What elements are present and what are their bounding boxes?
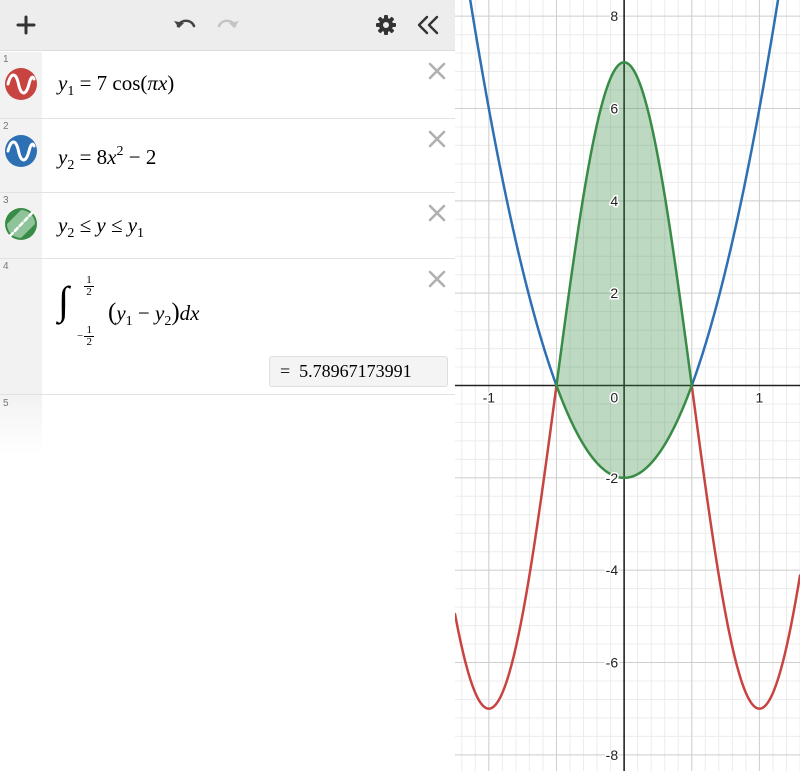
integral-expression[interactable]: ∫ 1 2 − 1 2 (y1 − y2)dx	[58, 271, 258, 351]
settings-button[interactable]	[373, 12, 399, 38]
expression-3-latex[interactable]: y2 ≤ y ≤ y1	[58, 213, 144, 242]
tick-label: 1	[756, 390, 764, 406]
expression-number: 1	[3, 54, 9, 65]
graph-canvas[interactable]: -1 0 1 8 6 4 2 -2 -4 -6 -8	[453, 0, 800, 771]
evaluation-result: = 5.78967173991	[269, 356, 448, 387]
tick-label: 2	[610, 285, 618, 301]
shaded-region	[556, 62, 692, 478]
collapse-panel-button[interactable]	[415, 12, 441, 38]
add-item-button[interactable]	[13, 12, 39, 38]
expression-row-1[interactable]: 1 y1 = 7 cos(πx)	[0, 52, 455, 119]
expression-number: 4	[3, 261, 9, 272]
expression-row-3[interactable]: 3 y2 ≤ y ≤ y1	[0, 193, 455, 259]
graph-paper[interactable]: -1 0 1 8 6 4 2 -2 -4 -6 -8	[453, 0, 800, 771]
integral-sign: ∫	[58, 278, 69, 323]
redo-icon	[217, 19, 239, 28]
upper-bound: 1 2	[84, 275, 94, 298]
lower-bound: − 1 2	[77, 325, 95, 348]
curve-y2	[468, 0, 558, 387]
expression-list-panel: 1 y1 = 7 cos(πx) 2 y2 = 8x2 − 2 3 y2 ≤ y…	[0, 0, 455, 771]
undo-button[interactable]	[172, 12, 198, 38]
expression-toolbar	[0, 0, 455, 51]
close-icon[interactable]	[426, 268, 448, 290]
tick-label: 4	[610, 193, 618, 209]
tick-label: -6	[606, 655, 619, 671]
expression-row-5[interactable]: 5	[0, 396, 455, 456]
region-icon[interactable]	[4, 207, 38, 241]
tick-label: -2	[606, 470, 619, 486]
close-icon[interactable]	[426, 202, 448, 224]
tick-label: 6	[610, 100, 618, 116]
tick-label: -4	[606, 562, 619, 578]
double-chevron-left-icon	[417, 15, 439, 35]
expression-number: 2	[3, 121, 9, 132]
undo-icon	[174, 19, 196, 28]
plus-icon	[16, 15, 36, 35]
tick-label: -1	[483, 390, 496, 406]
close-icon[interactable]	[426, 60, 448, 82]
expression-number: 5	[3, 398, 9, 409]
expression-1-latex[interactable]: y1 = 7 cos(πx)	[58, 71, 174, 100]
tick-label: 0	[610, 390, 618, 406]
close-icon[interactable]	[426, 128, 448, 150]
expression-number: 3	[3, 195, 9, 206]
tick-label: -8	[606, 747, 619, 763]
gear-icon	[376, 15, 396, 35]
wave-icon[interactable]	[4, 67, 38, 101]
curve-y1	[453, 384, 558, 710]
expression-row-2[interactable]: 2 y2 = 8x2 − 2	[0, 119, 455, 193]
tick-label: 8	[610, 8, 618, 24]
redo-button[interactable]	[215, 12, 241, 38]
expression-2-latex[interactable]: y2 = 8x2 − 2	[58, 144, 156, 174]
wave-icon[interactable]	[4, 134, 38, 168]
integrand: (y1 − y2)dx	[108, 299, 200, 329]
